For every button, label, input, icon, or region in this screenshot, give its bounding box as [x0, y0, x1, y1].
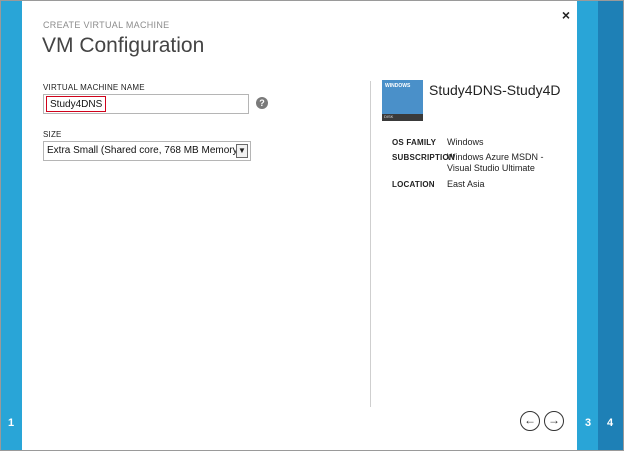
back-arrow-icon[interactable]: ←: [520, 411, 540, 431]
wizard-window: 1 3 4 × CREATE VIRTUAL MACHINE VM Config…: [0, 0, 624, 451]
vm-name-label: VIRTUAL MACHINE NAME: [43, 83, 145, 92]
step-3-number[interactable]: 3: [585, 417, 591, 429]
size-value: Extra Small (Shared core, 768 MB Memory): [47, 145, 241, 156]
os-image-band: DISK: [382, 114, 423, 121]
os-family-label: OS FAMILY: [392, 138, 437, 147]
divider: [370, 81, 371, 407]
location-label: LOCATION: [392, 180, 435, 189]
step-3-strip[interactable]: 3: [577, 1, 598, 450]
os-image-sub: DISK: [384, 114, 394, 119]
next-arrow-icon[interactable]: →: [544, 411, 564, 431]
step-1-number[interactable]: 1: [8, 417, 14, 429]
os-image-label: WINDOWS: [385, 83, 411, 89]
os-family-value: Windows: [447, 137, 484, 147]
os-image-icon: WINDOWS DISK: [382, 80, 423, 121]
vm-name-input[interactable]: Study4DNS: [43, 94, 249, 114]
page-title: VM Configuration: [42, 34, 205, 57]
location-value: East Asia: [447, 179, 485, 189]
vm-name-value[interactable]: Study4DNS: [46, 96, 107, 112]
help-icon[interactable]: ?: [256, 97, 268, 109]
chevron-down-icon[interactable]: ▼: [236, 144, 248, 158]
step-4-number[interactable]: 4: [607, 417, 613, 429]
close-icon[interactable]: ×: [558, 7, 574, 23]
subscription-label: SUBSCRIPTION: [392, 153, 455, 162]
previous-step-strip[interactable]: 1: [1, 1, 22, 450]
size-select[interactable]: Extra Small (Shared core, 768 MB Memory)…: [43, 141, 251, 161]
subscription-value: Windows Azure MSDN - Visual Studio Ultim…: [447, 152, 544, 173]
step-4-strip[interactable]: 4: [598, 1, 623, 450]
vm-summary-title: Study4DNS-Study4D...: [429, 82, 561, 98]
size-label: SIZE: [43, 130, 62, 139]
wizard-label: CREATE VIRTUAL MACHINE: [43, 20, 170, 30]
